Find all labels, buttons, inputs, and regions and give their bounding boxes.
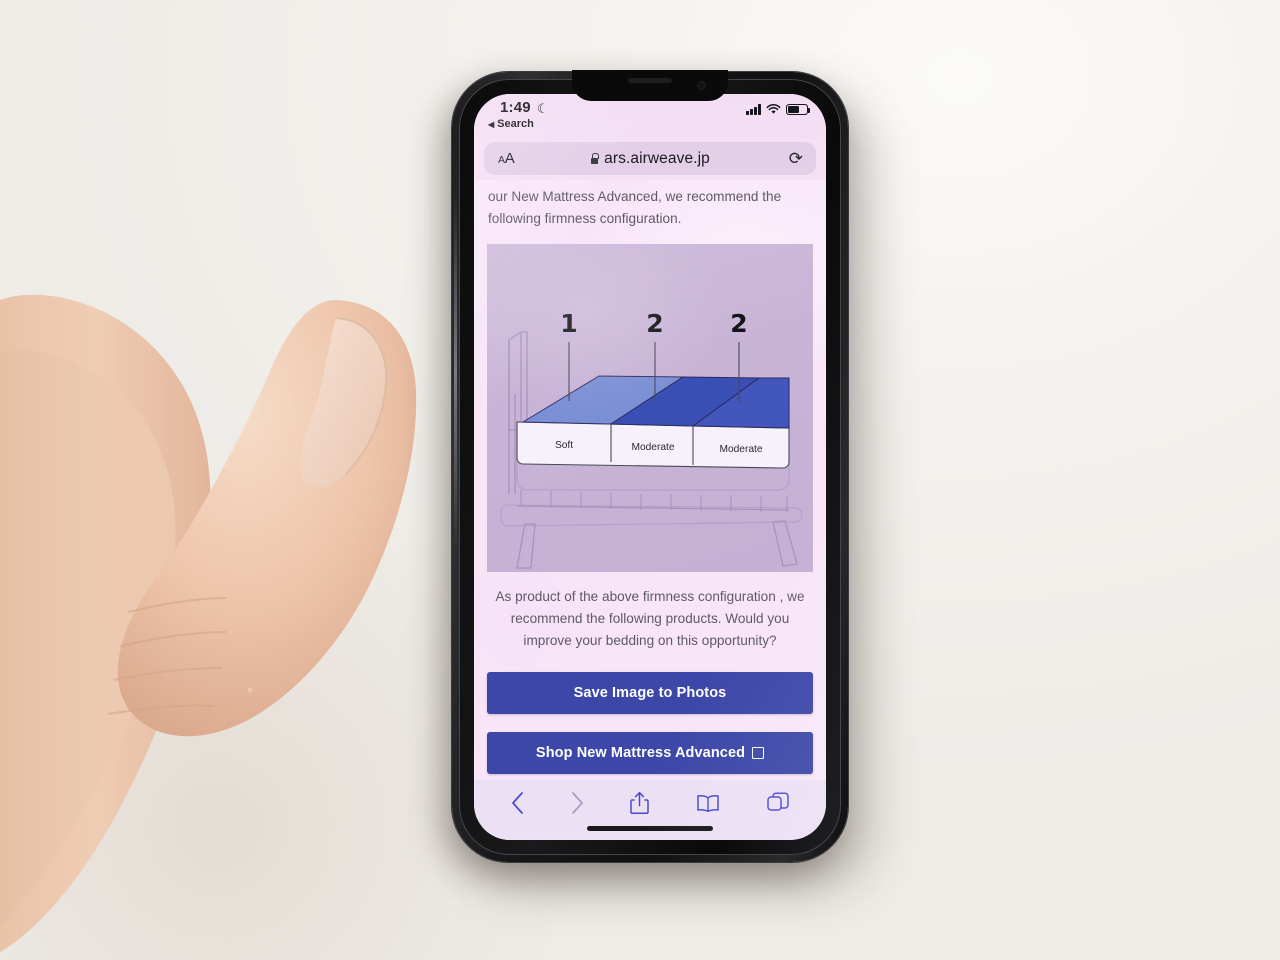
svg-text:2: 2 — [646, 309, 663, 338]
url-display: ars.airweave.jp — [484, 150, 816, 168]
url-text: ars.airweave.jp — [604, 149, 710, 167]
iphone-device: 1:49 ☾ ◀ Search AA ars.airweave.jp ⟳ our… — [452, 70, 848, 862]
svg-text:Moderate: Moderate — [631, 442, 674, 453]
svg-text:Moderate: Moderate — [719, 444, 762, 455]
browser-address-bar-container: AA ars.airweave.jp ⟳ — [474, 140, 826, 180]
browser-bottom-toolbar — [474, 780, 826, 840]
book-icon[interactable] — [696, 794, 720, 812]
reload-icon[interactable]: ⟳ — [789, 149, 803, 169]
notch — [572, 70, 728, 101]
save-image-label: Save Image to Photos — [573, 685, 727, 702]
mattress-segment-3 — [691, 377, 790, 429]
front-camera — [697, 81, 706, 90]
save-image-button[interactable]: Save Image to Photos — [487, 672, 813, 715]
mattress-segment-2 — [609, 376, 761, 427]
lock-icon — [590, 153, 599, 164]
svg-text:2: 2 — [730, 309, 747, 338]
outro-paragraph: As product of the above firmness configu… — [495, 589, 805, 649]
mattress-firmness-diagram: Soft Moderate Moderate 1 2 2 — [487, 244, 813, 573]
shop-mattress-button[interactable]: Shop New Mattress Advanced — [487, 732, 813, 775]
web-page-content[interactable]: our New Mattress Advanced, we recommend … — [474, 180, 826, 780]
battery-icon — [786, 104, 811, 115]
intro-paragraph: our New Mattress Advanced, we recommend … — [488, 189, 782, 227]
chevron-left-icon[interactable] — [511, 792, 524, 814]
wifi-icon — [766, 104, 781, 114]
phone-screen: 1:49 ☾ ◀ Search AA ars.airweave.jp ⟳ our… — [474, 94, 826, 840]
external-link-icon — [752, 747, 765, 760]
crescent-moon-icon: ☾ — [537, 101, 549, 116]
hand-holding-phone — [0, 294, 417, 952]
svg-text:1: 1 — [560, 309, 577, 338]
address-bar[interactable]: AA ars.airweave.jp ⟳ — [484, 142, 816, 175]
status-time: 1:49 — [500, 99, 531, 116]
chevron-right-icon[interactable] — [571, 792, 584, 814]
share-icon[interactable] — [630, 791, 650, 815]
svg-text:Soft: Soft — [555, 440, 573, 451]
shop-mattress-label: Shop New Mattress Advanced — [535, 745, 746, 762]
back-to-search-link[interactable]: ◀ Search — [488, 118, 534, 130]
home-indicator — [587, 826, 713, 831]
earpiece-speaker — [628, 78, 672, 83]
tabs-icon[interactable] — [766, 792, 789, 814]
back-to-search-label: Search — [497, 118, 534, 130]
mattress-segment-1 — [521, 375, 685, 425]
status-indicators — [746, 104, 811, 115]
cellular-signal-icon — [746, 104, 761, 115]
triangle-left-icon: ◀ — [488, 119, 495, 129]
